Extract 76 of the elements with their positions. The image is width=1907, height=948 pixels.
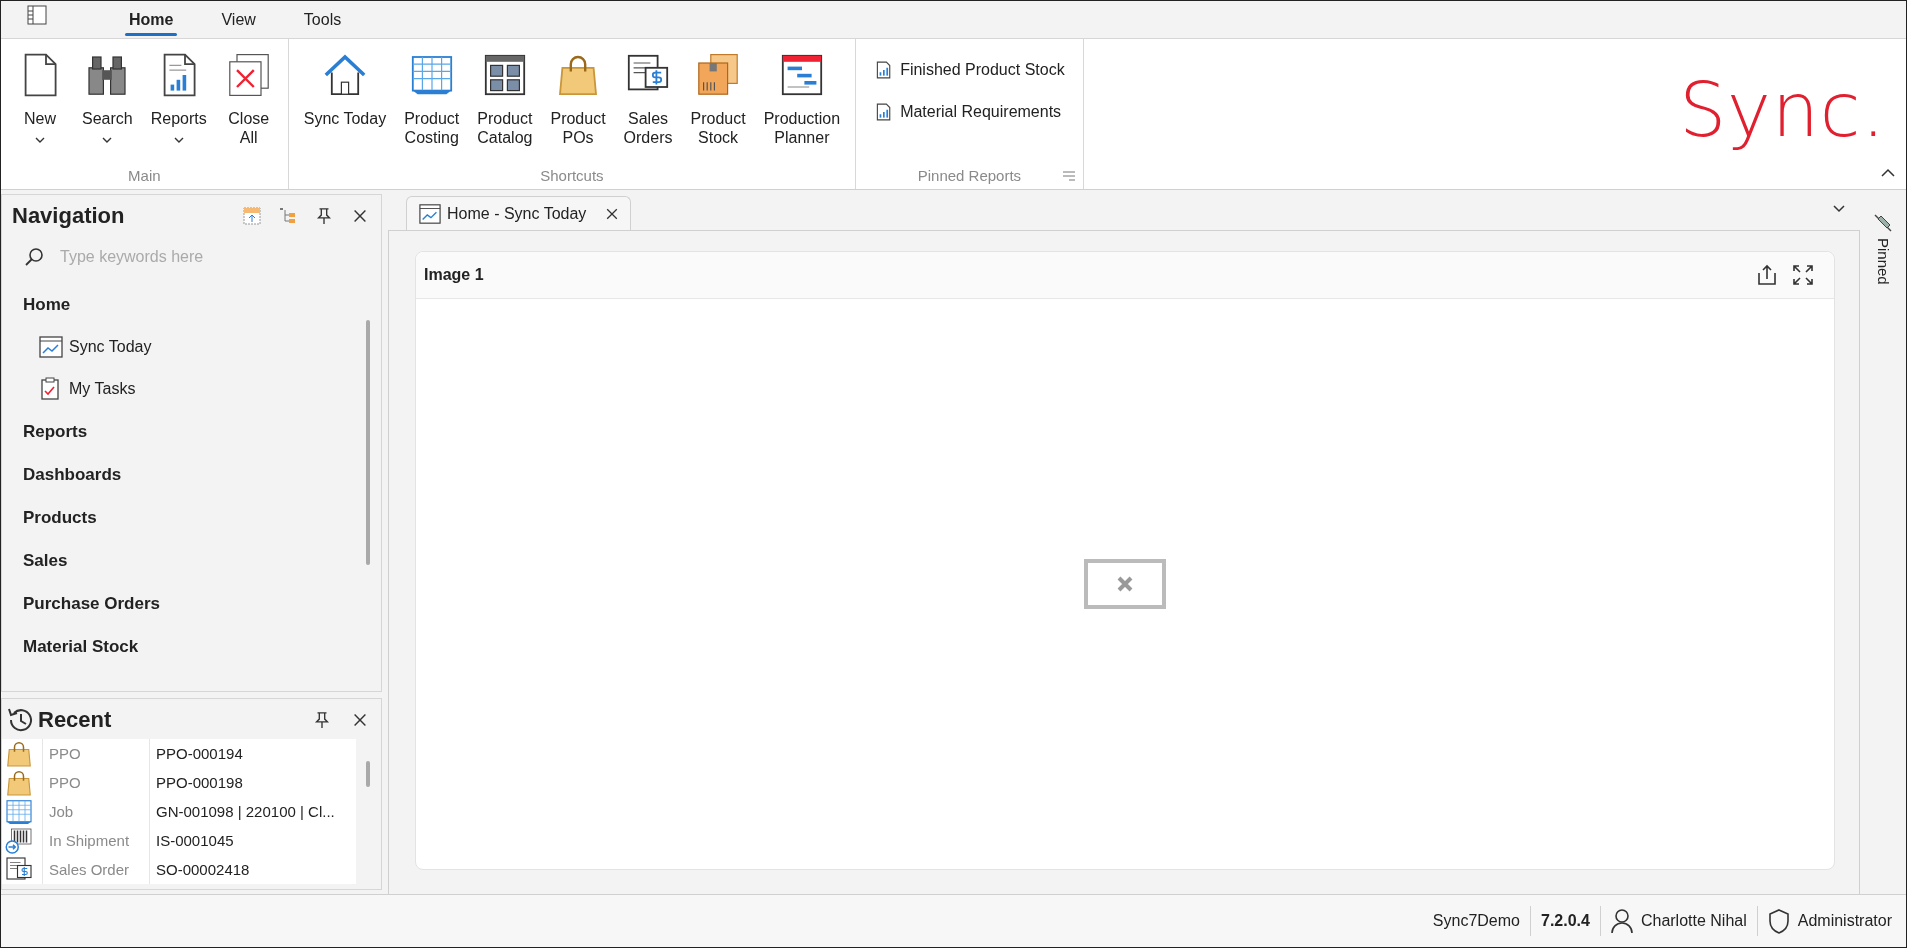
menu-tab[interactable]: Home <box>111 11 192 38</box>
table-cell: IS-0001045 <box>149 826 356 855</box>
share-icon <box>1756 264 1778 286</box>
document-tab[interactable]: Home - Sync Today <box>406 196 632 230</box>
maximize-button[interactable] <box>1790 262 1816 288</box>
pin-icon <box>315 207 333 225</box>
status-text: 7.2.0.4 <box>1541 912 1590 930</box>
table-cell: PPO <box>42 739 149 768</box>
ribbon-button[interactable]: Sales Orders <box>616 47 680 161</box>
ribbon-button[interactable]: Product Costing <box>397 47 467 161</box>
nav-group[interactable]: Reports <box>23 410 88 453</box>
table-cell: PPO-000198 <box>149 768 356 797</box>
caret-icon <box>172 136 185 144</box>
menu-tab[interactable]: Tools <box>285 11 360 38</box>
ribbon-button[interactable]: Sync Today <box>296 47 394 161</box>
status-text: Sync7Demo <box>1432 912 1520 930</box>
nav-item[interactable]: My Tasks <box>39 368 136 410</box>
nav-group[interactable]: Material Stock <box>23 625 139 668</box>
ribbon-button[interactable]: Product Stock <box>683 47 753 161</box>
nav-group[interactable]: Products <box>23 496 97 539</box>
menu-tab[interactable]: View <box>203 11 274 38</box>
nav-item[interactable]: Sync Today <box>39 326 152 368</box>
group-title: Main <box>128 166 161 184</box>
report-icon <box>874 61 893 79</box>
tab-menu-button[interactable] <box>1832 204 1846 214</box>
caret-icon <box>101 136 114 144</box>
scrollbar[interactable] <box>366 761 370 787</box>
brand-logo: Sync. <box>1679 67 1886 153</box>
nav-group[interactable]: Sales <box>23 539 68 582</box>
group-title: Shortcuts <box>540 166 604 184</box>
pinned-report-link[interactable]: Finished Product Stock <box>866 57 1073 83</box>
ribbon-button[interactable]: Production Planner <box>756 47 848 161</box>
ribbon-button[interactable]: Search <box>75 47 140 161</box>
user-icon <box>1610 908 1633 934</box>
table-cell: GN-001098 | 220100 | Cl... <box>149 797 356 826</box>
pin-icon <box>313 711 331 729</box>
panel-title: Image 1 <box>424 266 485 284</box>
ribbon-button[interactable]: Close All <box>217 47 280 161</box>
search-icon <box>24 247 44 267</box>
ribbon-button[interactable]: New <box>9 47 71 161</box>
ribbon-button[interactable]: Reports <box>143 47 214 161</box>
ribbon-button[interactable]: Product POs <box>543 47 613 161</box>
options-icon <box>1062 170 1075 181</box>
scrollbar[interactable] <box>366 320 370 565</box>
nav-group[interactable]: Dashboards <box>23 453 122 496</box>
pinned-tab[interactable]: Pinned <box>1874 238 1892 285</box>
tree-icon <box>279 207 297 225</box>
status-text: Administrator <box>1797 912 1892 930</box>
table-cell: Sales Order <box>42 855 149 884</box>
nav-group[interactable]: Purchase Orders <box>23 582 160 625</box>
table-cell: SO-00002418 <box>149 855 356 884</box>
close-icon <box>351 711 369 729</box>
report-icon <box>874 103 893 121</box>
chevron-down-icon <box>1832 204 1846 214</box>
caret-icon <box>34 136 46 144</box>
expand-icon <box>243 207 261 225</box>
collapse-icon <box>1880 168 1896 178</box>
panel-title: Recent <box>38 707 113 733</box>
broken-image-icon <box>1084 559 1166 609</box>
ribbon-button[interactable]: Product Catalog <box>470 47 540 161</box>
dashboard-icon <box>419 202 441 225</box>
pin-icon <box>1872 212 1894 234</box>
search-field[interactable]: Type keywords here <box>58 247 362 267</box>
nav-group[interactable]: Home <box>23 283 71 326</box>
table-cell: Job <box>42 797 149 826</box>
dashboard-icon <box>39 335 63 359</box>
status-text: Charlotte Nihal <box>1640 912 1747 930</box>
table-cell: PPO-000194 <box>149 739 356 768</box>
group-title: Pinned Reports <box>917 166 1022 184</box>
table-cell: PPO <box>42 768 149 797</box>
table-cell: In Shipment <box>42 826 149 855</box>
close-icon <box>351 207 369 225</box>
pinned-report-link[interactable]: Material Requirements <box>866 99 1073 125</box>
maximize-icon <box>1792 264 1814 286</box>
panel-title: Navigation <box>12 203 126 229</box>
shield-icon <box>1767 908 1790 934</box>
